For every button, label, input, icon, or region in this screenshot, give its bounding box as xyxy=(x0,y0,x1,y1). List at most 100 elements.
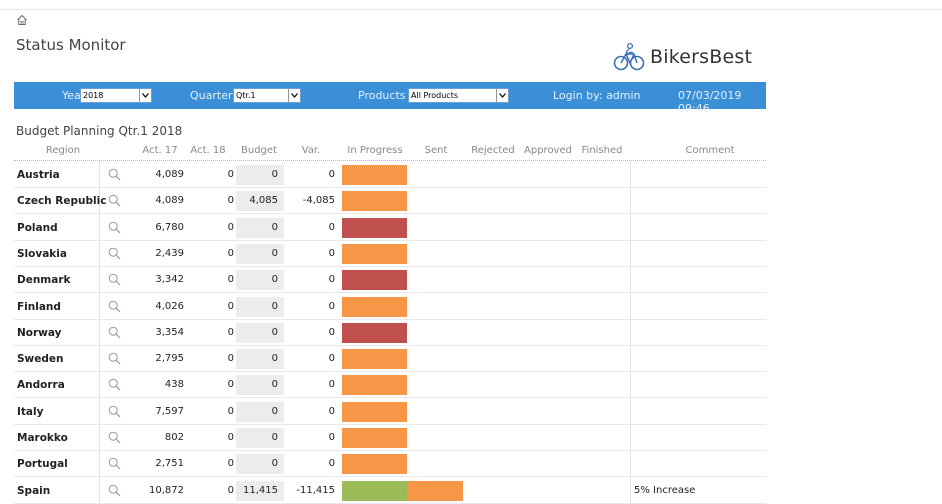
act17-value: 4,026 xyxy=(155,300,184,312)
act17-value: 2,751 xyxy=(155,458,184,470)
search-icon[interactable] xyxy=(108,326,121,339)
variance-value: -11,415 xyxy=(296,484,335,496)
table-row: Italy 7,597 0 0 0 xyxy=(14,399,766,425)
status-bar-in-progress[interactable] xyxy=(342,191,407,212)
region-name: Czech Republic xyxy=(17,195,107,208)
act18-value: 0 xyxy=(227,432,234,443)
budget-value[interactable]: 11,415 xyxy=(236,478,278,504)
act17-value: 3,354 xyxy=(155,326,184,338)
datetime-text: 07/03/2019 09:46 xyxy=(678,89,742,115)
variance-value: 0 xyxy=(328,379,335,391)
search-icon[interactable] xyxy=(108,484,121,497)
column-header-act17: Act. 17 xyxy=(142,145,178,156)
column-header-in-progress: In Progress xyxy=(347,145,403,156)
table-row: Andorra 438 0 0 0 xyxy=(14,372,766,399)
region-name: Italy xyxy=(17,405,44,418)
search-icon[interactable] xyxy=(108,378,121,391)
variance-value: 0 xyxy=(328,432,335,443)
region-name: Andorra xyxy=(17,379,65,392)
budget-value[interactable]: 0 xyxy=(236,425,278,451)
act18-value: 0 xyxy=(227,379,234,391)
act17-value: 4,089 xyxy=(155,169,184,180)
column-header-finished: Finished xyxy=(581,145,623,156)
page-title: Status Monitor xyxy=(16,36,126,54)
search-icon[interactable] xyxy=(108,247,121,260)
act18-value: 0 xyxy=(227,326,234,338)
budget-value[interactable]: 0 xyxy=(236,162,278,188)
act17-value: 2,795 xyxy=(155,353,184,365)
budget-value[interactable]: 0 xyxy=(236,241,278,267)
variance-value: 0 xyxy=(328,300,335,312)
products-select[interactable]: All Products xyxy=(408,88,509,103)
search-icon[interactable] xyxy=(108,352,121,365)
status-bar-rejected[interactable] xyxy=(342,270,407,291)
quarter-select-value: Qtr.1 xyxy=(236,91,256,100)
status-bar-in-progress[interactable] xyxy=(407,480,463,501)
status-bar-in-progress[interactable] xyxy=(342,165,407,185)
comment-text[interactable]: 5% Increase xyxy=(634,478,695,504)
budget-value[interactable]: 0 xyxy=(236,372,278,398)
status-bar-in-progress[interactable] xyxy=(342,296,407,317)
status-bar-in-progress[interactable] xyxy=(342,375,407,396)
status-bar-rejected[interactable] xyxy=(342,217,407,238)
budget-value[interactable]: 0 xyxy=(236,346,278,372)
search-icon[interactable] xyxy=(108,405,121,418)
search-icon[interactable] xyxy=(108,168,121,181)
top-divider xyxy=(0,9,942,10)
act18-value: 0 xyxy=(227,274,234,286)
year-select[interactable]: 2018 xyxy=(80,88,152,103)
column-header-act18: Act. 18 xyxy=(190,145,226,156)
chevron-down-icon[interactable] xyxy=(139,89,151,102)
act17-value: 802 xyxy=(164,432,184,443)
column-header-rejected: Rejected xyxy=(471,145,515,156)
region-name: Austria xyxy=(17,169,60,181)
chevron-down-icon[interactable] xyxy=(288,89,300,102)
variance-value: 0 xyxy=(328,247,335,259)
act17-value: 3,342 xyxy=(155,274,184,286)
search-icon[interactable] xyxy=(108,273,121,286)
search-icon[interactable] xyxy=(108,194,121,207)
filter-bar: Year 2018 Quarter Qtr.1 Products All Pro… xyxy=(14,82,766,115)
act18-value: 0 xyxy=(227,195,234,207)
status-bar-in-progress[interactable] xyxy=(342,428,407,448)
budget-value[interactable]: 0 xyxy=(236,399,278,425)
budget-value[interactable]: 0 xyxy=(236,451,278,477)
budget-value[interactable]: 0 xyxy=(236,215,278,241)
variance-value: 0 xyxy=(328,221,335,233)
budget-value[interactable]: 4,085 xyxy=(236,188,278,214)
status-bar-approved[interactable] xyxy=(342,480,407,501)
status-bar-in-progress[interactable] xyxy=(342,454,407,475)
budget-value[interactable]: 0 xyxy=(236,294,278,320)
login-info: Login by: admin xyxy=(553,89,641,102)
search-icon[interactable] xyxy=(108,221,121,234)
act17-value: 438 xyxy=(164,379,184,391)
home-icon[interactable] xyxy=(16,14,28,26)
status-bar-in-progress[interactable] xyxy=(342,243,407,264)
search-icon[interactable] xyxy=(108,300,121,313)
table-row: Slovakia 2,439 0 0 0 xyxy=(14,241,766,267)
budget-value[interactable]: 0 xyxy=(236,320,278,346)
budget-value[interactable]: 0 xyxy=(236,267,278,293)
header-divider xyxy=(14,160,766,161)
status-bar-in-progress[interactable] xyxy=(342,349,407,370)
column-header-comment: Comment xyxy=(685,145,735,156)
region-name: Poland xyxy=(17,221,58,234)
act17-value: 2,439 xyxy=(155,247,184,259)
region-name: Slovakia xyxy=(17,247,67,260)
act18-value: 0 xyxy=(227,221,234,233)
search-icon[interactable] xyxy=(108,457,121,470)
chevron-down-icon[interactable] xyxy=(496,89,508,102)
status-bar-rejected[interactable] xyxy=(342,322,407,343)
section-title: Budget Planning Qtr.1 2018 xyxy=(16,124,183,138)
products-select-value: All Products xyxy=(411,91,459,100)
status-bar-in-progress[interactable] xyxy=(342,401,407,422)
table-row: Sweden 2,795 0 0 0 xyxy=(14,346,766,373)
quarter-select[interactable]: Qtr.1 xyxy=(233,88,301,103)
table-row: Norway 3,354 0 0 0 xyxy=(14,320,766,346)
variance-value: 0 xyxy=(328,458,335,470)
products-label: Products xyxy=(358,89,406,102)
brand-name: BikersBest xyxy=(650,46,753,68)
table-row: Czech Republic 4,089 0 4,085 -4,085 xyxy=(14,188,766,215)
search-icon[interactable] xyxy=(108,431,121,444)
bicycle-logo-icon xyxy=(613,42,645,71)
